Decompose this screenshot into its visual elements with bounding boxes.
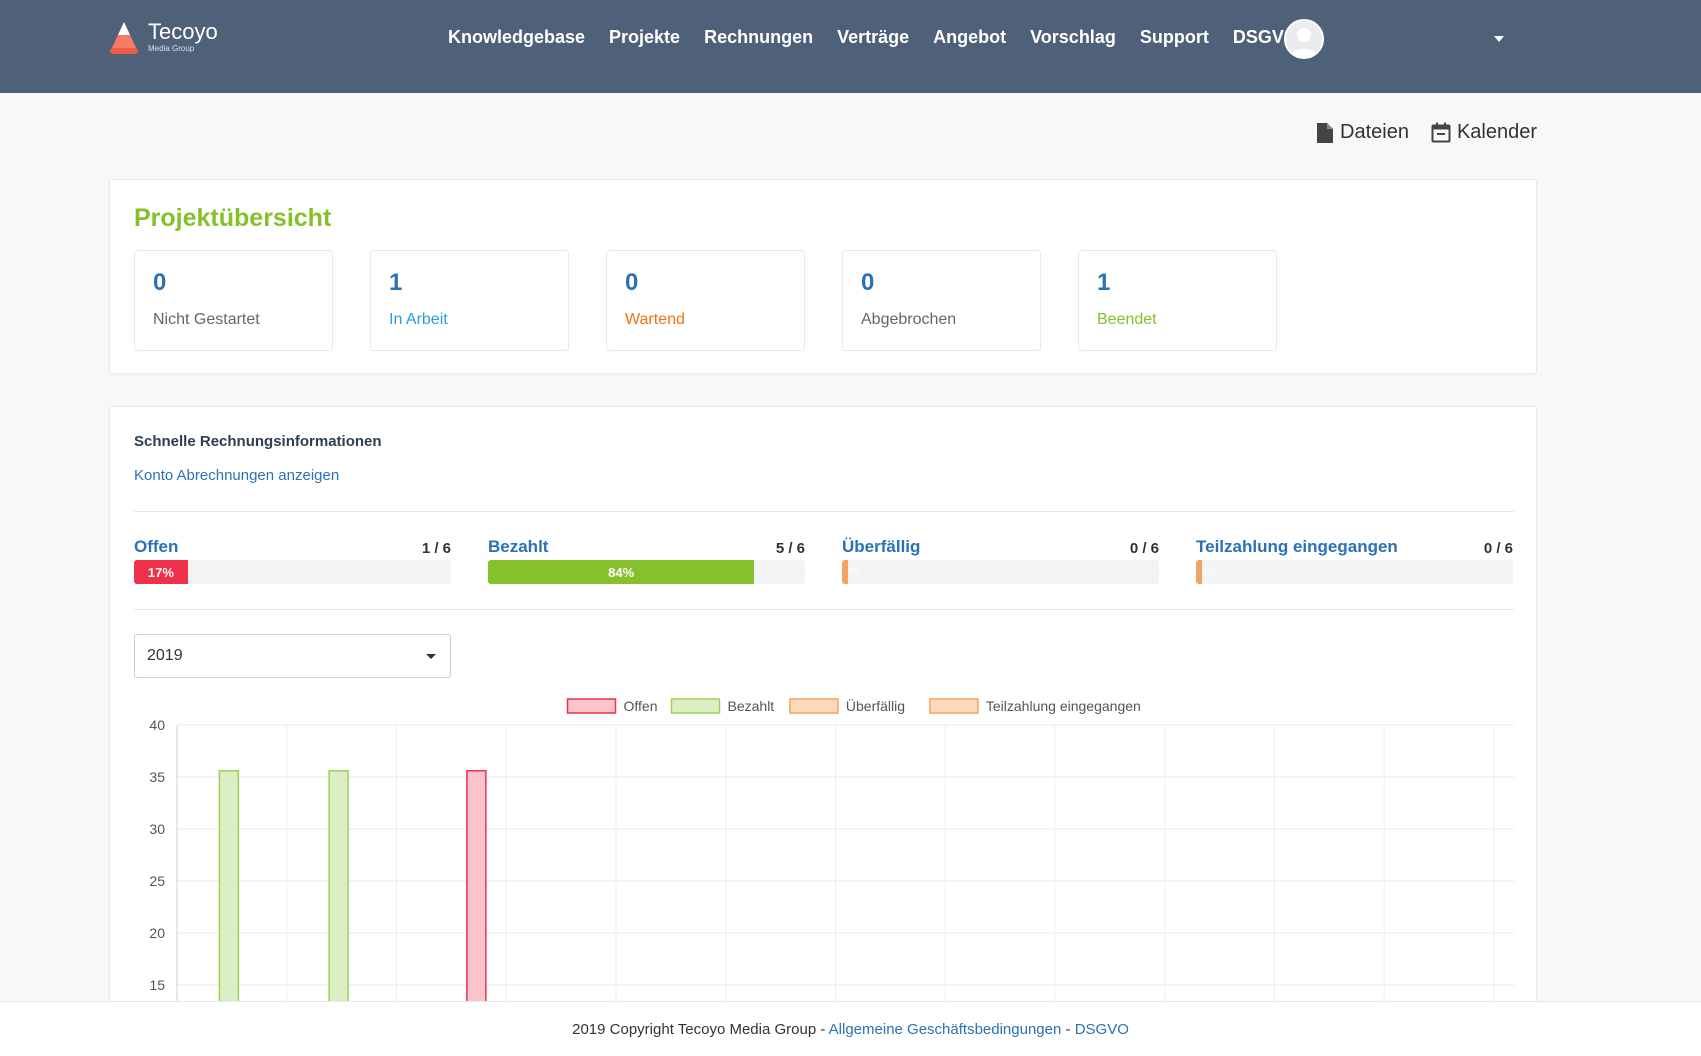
divider [134,609,1514,610]
legend-swatch [566,698,617,714]
invoice-info-title: Schnelle Rechnungsinformationen [134,433,382,450]
legend-swatch [929,698,979,714]
legend-label: Bezahlt [728,698,775,714]
project-overview-title: Projektübersicht [134,204,332,232]
legend-label: Teilzahlung eingegangen [986,698,1141,714]
progress-partial: Teilzahlung eingegangen 0 / 6 0% [1196,537,1513,584]
calendar-icon [1431,122,1451,143]
progress-label[interactable]: Offen [134,537,178,557]
nav-rechnungen[interactable]: Rechnungen [704,26,813,48]
bar [466,770,487,1005]
progress-label[interactable]: Teilzahlung eingegangen [1196,537,1398,557]
progress-paid: Bezahlt 5 / 6 84% [488,537,805,584]
footer-separator: - [1061,1021,1075,1038]
invoice-info-panel: Schnelle Rechnungsinformationen Konto Ab… [109,406,1537,1006]
stat-waiting[interactable]: 0 Wartend [606,250,805,351]
progress-track: 0% [842,560,1159,584]
y-tick-label: 30 [149,821,165,837]
progress-count: 1 / 6 [421,540,451,557]
progress-bar: 0% [1196,560,1216,584]
legend-label: Offen [624,698,658,714]
legend-swatch [670,698,721,714]
calendar-link[interactable]: Kalender [1431,121,1537,144]
stat-label: Nicht Gestartet [153,311,260,328]
nav-projekte[interactable]: Projekte [609,26,680,48]
stat-value: 1 [389,269,403,296]
user-avatar[interactable] [1284,19,1324,59]
account-statements-link[interactable]: Konto Abrechnungen anzeigen [134,467,339,484]
stat-value: 0 [625,269,639,296]
tecoyo-logo-icon [108,20,140,56]
footer: 2019 Copyright Tecoyo Media Group - Allg… [0,1001,1701,1056]
stat-not-started[interactable]: 0 Nicht Gestartet [134,250,333,351]
nav-angebot[interactable]: Angebot [933,26,1006,48]
progress-bar: 0% [842,560,862,584]
file-icon [1317,122,1333,143]
brand-name: Tecoyo [148,19,218,44]
calendar-link-label: Kalender [1456,121,1537,143]
progress-count: 0 / 6 [1483,540,1513,557]
stat-label: In Arbeit [389,311,448,328]
files-link-label: Dateien [1340,121,1409,143]
stat-cancelled[interactable]: 0 Abgebrochen [842,250,1041,351]
legend-label: Überfällig [846,697,905,714]
stat-finished[interactable]: 1 Beendet [1078,250,1277,351]
user-silhouette-icon [1290,28,1318,57]
legend-swatch [789,698,839,714]
y-tick-label: 35 [149,769,165,785]
stat-value: 1 [1097,269,1111,296]
progress-count: 5 / 6 [775,540,805,557]
chevron-down-icon [426,654,436,659]
invoice-bar-chart: Offen Bezahlt Überfällig Teilzahlung eingeg… [149,697,1514,1005]
progress-open: Offen 1 / 6 17% [134,537,451,584]
user-menu-chevron-down-icon[interactable] [1494,36,1504,42]
stat-value: 0 [153,269,167,296]
year-select-value: 2019 [147,647,183,664]
terms-link[interactable]: Allgemeine Geschäftsbedingungen [829,1021,1062,1038]
progress-bar: 17% [134,560,188,584]
main-nav: Knowledgebase Projekte Rechnungen Verträ… [448,26,1322,48]
bar [328,770,349,1005]
bar [218,770,240,1005]
y-tick-label: 40 [149,717,165,733]
progress-track: 17% [134,560,451,584]
progress-track: 0% [1196,560,1513,584]
nav-vorschlag[interactable]: Vorschlag [1030,26,1116,48]
progress-overdue: Überfällig 0 / 6 0% [842,537,1159,584]
stat-value: 0 [861,269,875,296]
progress-label[interactable]: Bezahlt [488,537,548,557]
stat-label: Abgebrochen [861,311,957,328]
nav-knowledgebase[interactable]: Knowledgebase [448,26,585,48]
divider [134,511,1514,512]
stat-in-progress[interactable]: 1 In Arbeit [370,250,569,351]
footer-copyright: 2019 Copyright Tecoyo Media Group - [572,1021,829,1038]
brand-logo[interactable]: Tecoyo Media Group [108,20,218,56]
progress-track: 84% [488,560,805,584]
project-overview-panel: Projektübersicht 0 Nicht Gestartet 1 In … [109,179,1537,374]
progress-bar: 84% [488,560,755,584]
dsgvo-link[interactable]: DSGVO [1075,1021,1129,1038]
y-tick-label: 20 [149,925,165,941]
y-tick-label: 25 [149,873,165,889]
stat-label: Wartend [625,311,685,328]
progress-label[interactable]: Überfällig [842,537,920,557]
stat-label: Beendet [1097,311,1157,328]
y-tick-label: 15 [149,977,165,993]
nav-support[interactable]: Support [1140,26,1209,48]
nav-vertraege[interactable]: Verträge [837,26,909,48]
quick-links: Dateien Kalender [1316,121,1537,144]
progress-count: 0 / 6 [1129,540,1159,557]
files-link[interactable]: Dateien [1316,121,1409,144]
year-select[interactable]: 2019 [134,634,451,678]
brand-subtitle: Media Group [148,44,195,53]
top-navbar: Tecoyo Media Group Knowledgebase Projekt… [0,0,1701,93]
